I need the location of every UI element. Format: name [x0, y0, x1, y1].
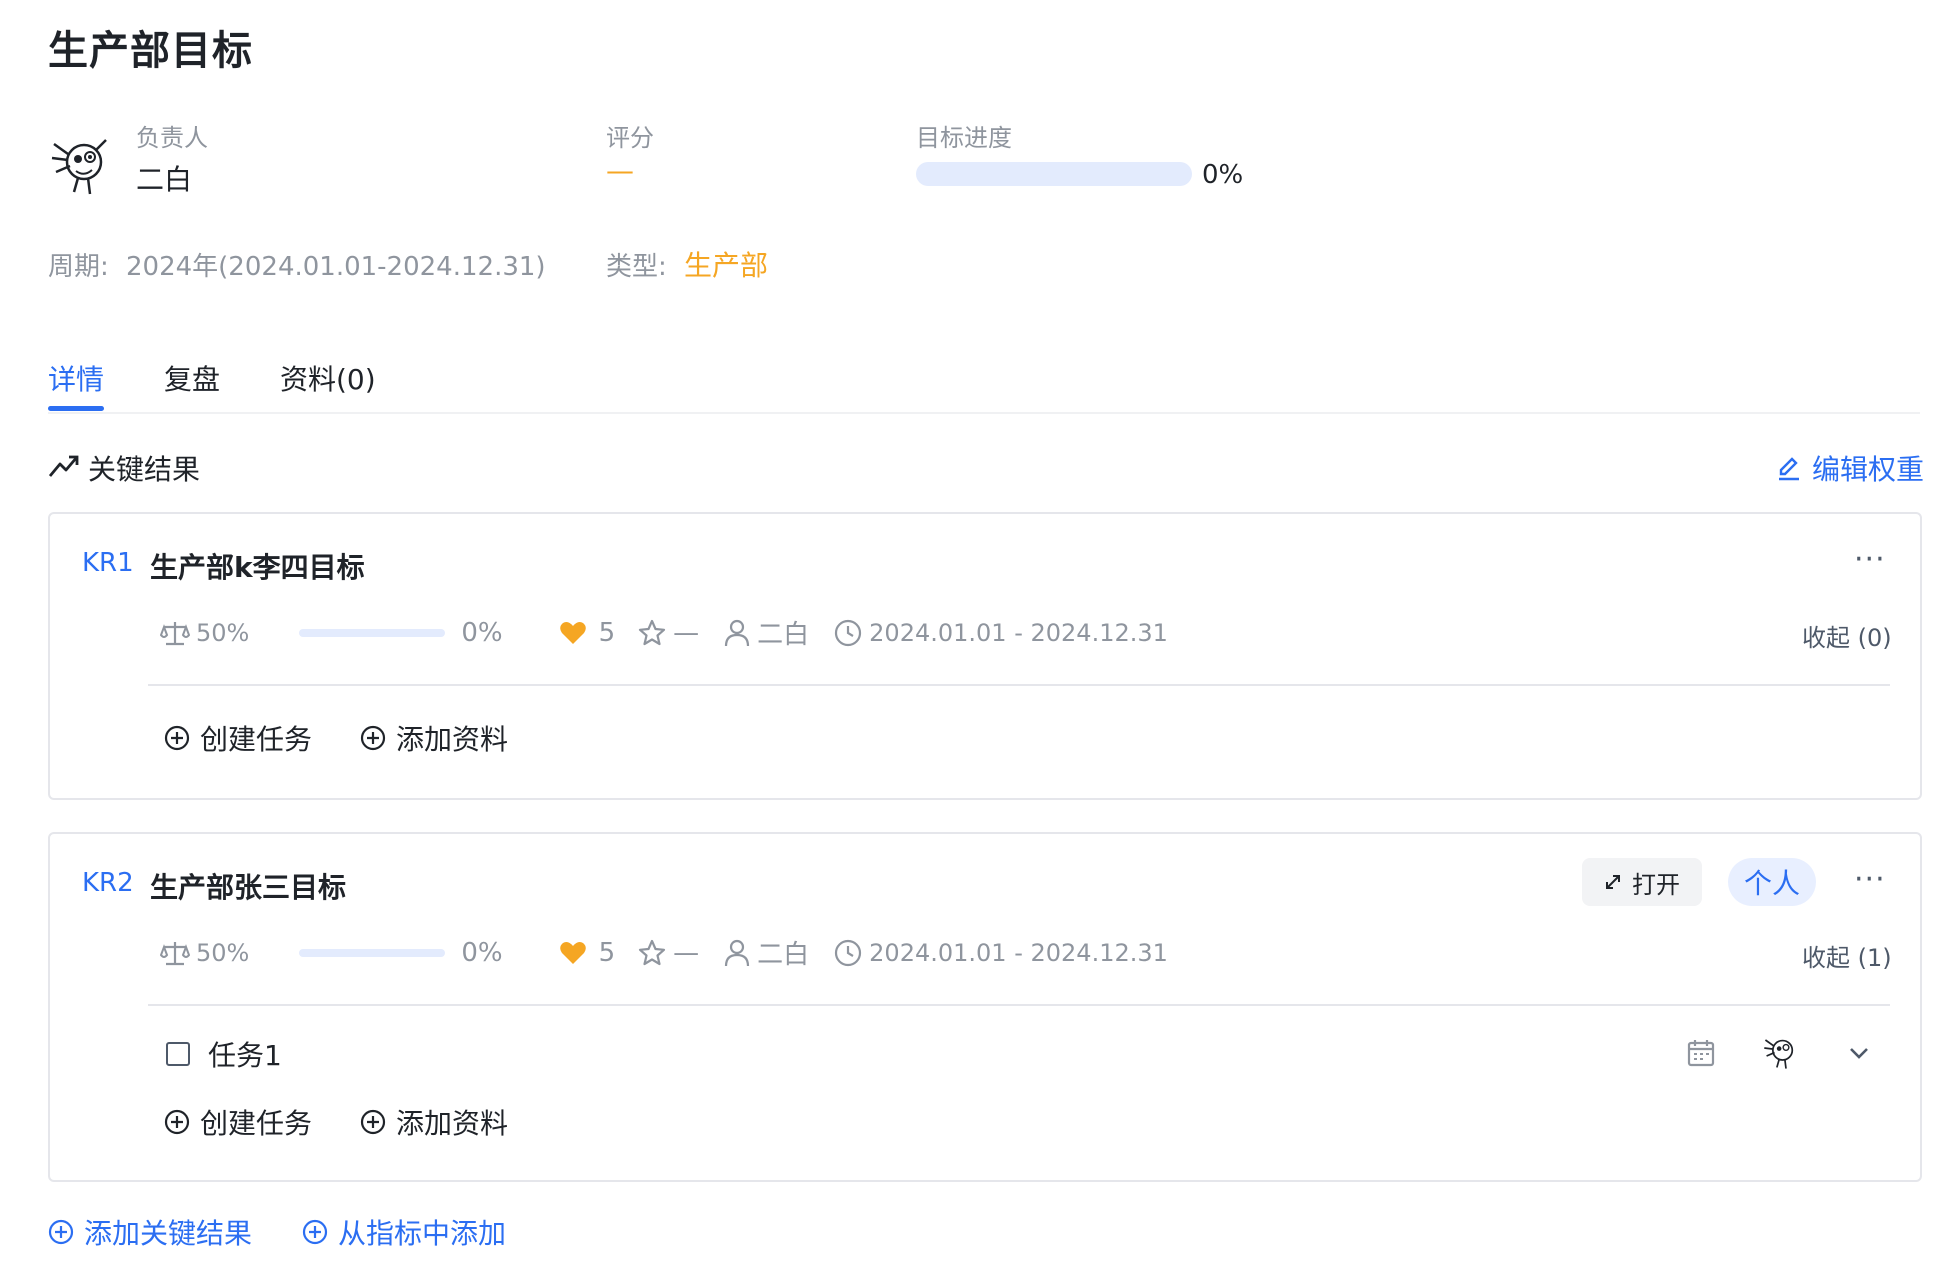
create-task-button[interactable]: 创建任务: [164, 718, 312, 758]
user-icon: [723, 618, 751, 648]
type-value: 生产部: [684, 249, 769, 282]
tab-materials[interactable]: 资料(0): [280, 358, 376, 398]
period-label: 周期:: [48, 252, 109, 282]
add-material-label: 添加资料: [396, 1107, 509, 1140]
kr-progress-value: 0%: [461, 617, 503, 648]
kr-rating: —: [673, 617, 700, 648]
score-label: 评分: [606, 124, 654, 152]
heart-icon[interactable]: [559, 620, 587, 646]
avatar-illustration: [1764, 1039, 1794, 1069]
kr-date-range: 2024.01.01 - 2024.12.31: [869, 618, 1168, 647]
trend-up-icon: [48, 452, 80, 480]
balance-icon: [160, 939, 190, 967]
divider: [148, 1004, 1890, 1006]
kr-meta-row: 50% 0% 5 — 二白 2024.01.01 - 2024.12.31: [160, 934, 1168, 971]
personal-tag: 个人: [1728, 858, 1816, 906]
kr-weight: 50%: [196, 618, 250, 647]
edit-weight-button[interactable]: 编辑权重: [1776, 448, 1924, 488]
owner-avatar: [48, 130, 118, 200]
score-value: —: [606, 154, 634, 187]
kr-title[interactable]: 生产部k李四目标: [150, 546, 365, 586]
add-key-result-label: 添加关键结果: [84, 1217, 253, 1250]
more-icon[interactable]: ···: [1854, 542, 1886, 577]
balance-icon: [160, 619, 190, 647]
open-button[interactable]: 打开: [1582, 858, 1702, 906]
kr-weight: 50%: [196, 938, 250, 967]
tabs-bar: 详情 复盘 资料(0): [48, 330, 1920, 414]
progress-value: 0%: [1202, 160, 1244, 190]
kr-owner: 二白: [757, 620, 810, 650]
kr-code: KR1: [82, 548, 134, 578]
kr-rating: —: [673, 937, 700, 968]
avatar-illustration: [51, 139, 107, 195]
tab-active-indicator: [48, 406, 104, 411]
kr-confidence: 5: [598, 617, 616, 648]
collapse-button[interactable]: 收起 (0): [1802, 618, 1892, 653]
plus-circle-icon: [360, 725, 386, 751]
task-checkbox[interactable]: [166, 1042, 190, 1066]
page-title: 生产部目标: [48, 28, 253, 74]
create-task-button[interactable]: 创建任务: [164, 1102, 312, 1142]
chevron-down-icon[interactable]: [1846, 1040, 1872, 1066]
star-icon[interactable]: [637, 938, 667, 968]
owner-label: 负责人: [136, 124, 208, 152]
task-name[interactable]: 任务1: [208, 1034, 282, 1074]
add-from-metric-button[interactable]: 从指标中添加: [302, 1212, 506, 1252]
owner-name: 二白: [136, 163, 193, 196]
user-icon: [723, 938, 751, 968]
kr-progress-bar: [299, 948, 446, 957]
add-material-label: 添加资料: [396, 723, 509, 756]
tab-review[interactable]: 复盘: [164, 358, 220, 398]
plus-circle-icon: [360, 1109, 386, 1135]
star-icon[interactable]: [637, 618, 667, 648]
kr-progress-bar: [299, 628, 446, 637]
section-title: 关键结果: [88, 453, 201, 486]
kr-owner: 二白: [757, 940, 810, 970]
collapse-button[interactable]: 收起 (1): [1802, 938, 1892, 973]
clock-icon: [833, 618, 863, 648]
kr-meta-row: 50% 0% 5 — 二白 2024.01.01 - 2024.12.31: [160, 614, 1168, 651]
divider: [148, 684, 1890, 686]
heart-icon[interactable]: [559, 940, 587, 966]
task-assignee-avatar[interactable]: [1762, 1032, 1802, 1072]
type-label: 类型:: [606, 252, 667, 282]
plus-circle-icon: [48, 1219, 74, 1245]
kr-code: KR2: [82, 868, 134, 898]
progress-label: 目标进度: [916, 124, 1012, 152]
create-task-label: 创建任务: [200, 1107, 313, 1140]
add-key-result-button[interactable]: 添加关键结果: [48, 1212, 252, 1252]
add-from-metric-label: 从指标中添加: [338, 1217, 507, 1250]
plus-circle-icon: [302, 1219, 328, 1245]
plus-circle-icon: [164, 1109, 190, 1135]
goal-progress-bar: [916, 162, 1192, 186]
edit-weight-label: 编辑权重: [1812, 453, 1925, 486]
add-material-button[interactable]: 添加资料: [360, 718, 508, 758]
add-material-button[interactable]: 添加资料: [360, 1102, 508, 1142]
kr-card: KR2 生产部张三目标 打开 个人 ··· 50% 0% 5 — 二白 2024…: [48, 832, 1922, 1182]
clock-icon: [833, 938, 863, 968]
expand-icon: [1604, 873, 1622, 891]
more-icon[interactable]: ···: [1854, 862, 1886, 897]
kr-title[interactable]: 生产部张三目标: [150, 866, 346, 906]
create-task-label: 创建任务: [200, 723, 313, 756]
open-label: 打开: [1632, 870, 1680, 899]
plus-circle-icon: [164, 725, 190, 751]
kr-card: KR1 生产部k李四目标 ··· 50% 0% 5 — 二白 2024.01.0…: [48, 512, 1922, 800]
kr-progress-value: 0%: [461, 937, 503, 968]
kr-confidence: 5: [598, 937, 616, 968]
calendar-icon[interactable]: [1686, 1038, 1716, 1068]
edit-icon: [1776, 455, 1802, 481]
tab-details[interactable]: 详情: [48, 358, 104, 398]
kr-date-range: 2024.01.01 - 2024.12.31: [869, 938, 1168, 967]
period-value: 2024年(2024.01.01-2024.12.31): [126, 252, 546, 282]
